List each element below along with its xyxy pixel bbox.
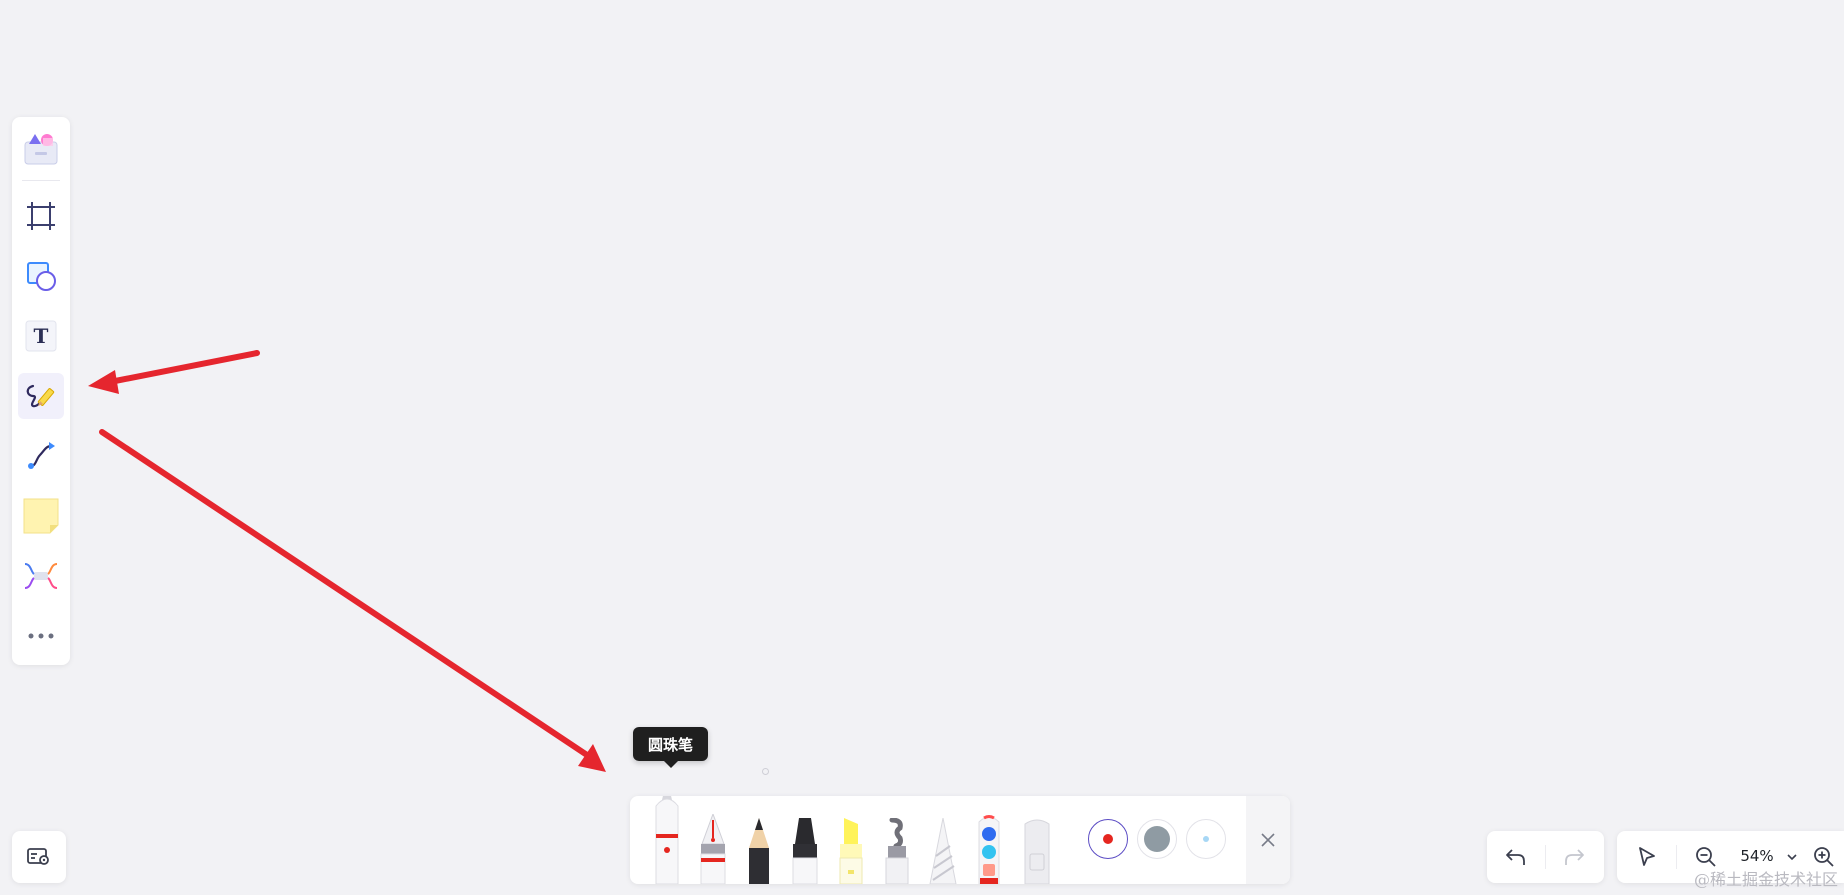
zoom-in-icon	[1814, 847, 1834, 867]
shapes-button[interactable]	[18, 253, 64, 299]
color-gray-swatch[interactable]	[1137, 819, 1177, 859]
color-light-blue-dot	[1203, 836, 1209, 842]
connector-button[interactable]	[18, 433, 64, 479]
pen-tooltip: 圆珠笔	[633, 727, 708, 768]
left-toolbar: T	[12, 117, 70, 665]
fountain-pen-icon[interactable]	[696, 814, 730, 884]
pencil-icon[interactable]	[742, 818, 776, 884]
watermark: @稀土掘金技术社区	[1693, 870, 1838, 889]
canvas-dot	[762, 768, 769, 775]
color-gray-dot	[1144, 826, 1170, 852]
chevron-down-icon	[1787, 854, 1797, 861]
close-tray-button[interactable]	[1246, 796, 1290, 884]
ballpoint-pen-icon[interactable]	[650, 796, 684, 884]
annotation-arrow-to-pen	[102, 350, 260, 386]
texture-brush-icon[interactable]	[926, 818, 960, 884]
minimap-icon	[27, 848, 49, 865]
annotation-arrows	[88, 350, 606, 772]
annotation-arrow-to-tray	[99, 429, 593, 760]
eraser-icon[interactable]	[1020, 818, 1054, 884]
minimap-button[interactable]	[12, 831, 66, 883]
undo-icon	[1506, 849, 1525, 865]
zoom-out-icon	[1696, 847, 1716, 867]
undo-button[interactable]	[1496, 837, 1536, 877]
templates-icon	[24, 134, 58, 165]
pen-icon	[26, 384, 55, 408]
svg-text:T: T	[34, 324, 49, 348]
annotation-arrowhead-to-tray	[578, 744, 606, 772]
more-icon	[28, 633, 54, 639]
select-tool-button[interactable]	[1627, 839, 1667, 875]
mind-map-button[interactable]	[18, 553, 64, 599]
shapes-icon	[27, 262, 56, 291]
templates-button[interactable]	[18, 125, 64, 171]
redo-icon	[1565, 849, 1584, 865]
zoom-separator	[1676, 845, 1677, 869]
toolbar-divider	[22, 180, 60, 181]
color-light-blue-swatch[interactable]	[1186, 819, 1226, 859]
pen-tray	[630, 796, 1290, 884]
sticky-note-icon	[23, 498, 59, 534]
marker-icon[interactable]	[788, 818, 822, 884]
laser-pointer-icon[interactable]	[880, 818, 914, 884]
redo-button[interactable]	[1554, 837, 1594, 877]
more-button[interactable]	[18, 613, 64, 659]
mind-map-icon	[24, 563, 58, 589]
highlighter-icon[interactable]	[834, 818, 868, 884]
text-icon: T	[25, 320, 57, 352]
history-separator	[1545, 845, 1546, 869]
cursor-icon	[1639, 847, 1655, 866]
frame-button[interactable]	[18, 193, 64, 239]
color-palette-icon[interactable]	[972, 814, 1006, 884]
pen-button[interactable]	[18, 373, 64, 419]
color-red-dot	[1103, 834, 1113, 844]
history-controls	[1487, 831, 1604, 883]
text-button[interactable]: T	[18, 313, 64, 359]
frame-icon	[27, 202, 55, 230]
annotation-arrowhead-to-pen	[88, 370, 119, 394]
connector-icon	[28, 442, 55, 469]
sticky-note-button[interactable]	[18, 493, 64, 539]
color-red-swatch[interactable]	[1088, 819, 1128, 859]
zoom-level[interactable]: 54%	[1732, 847, 1782, 865]
close-icon	[1261, 833, 1275, 847]
